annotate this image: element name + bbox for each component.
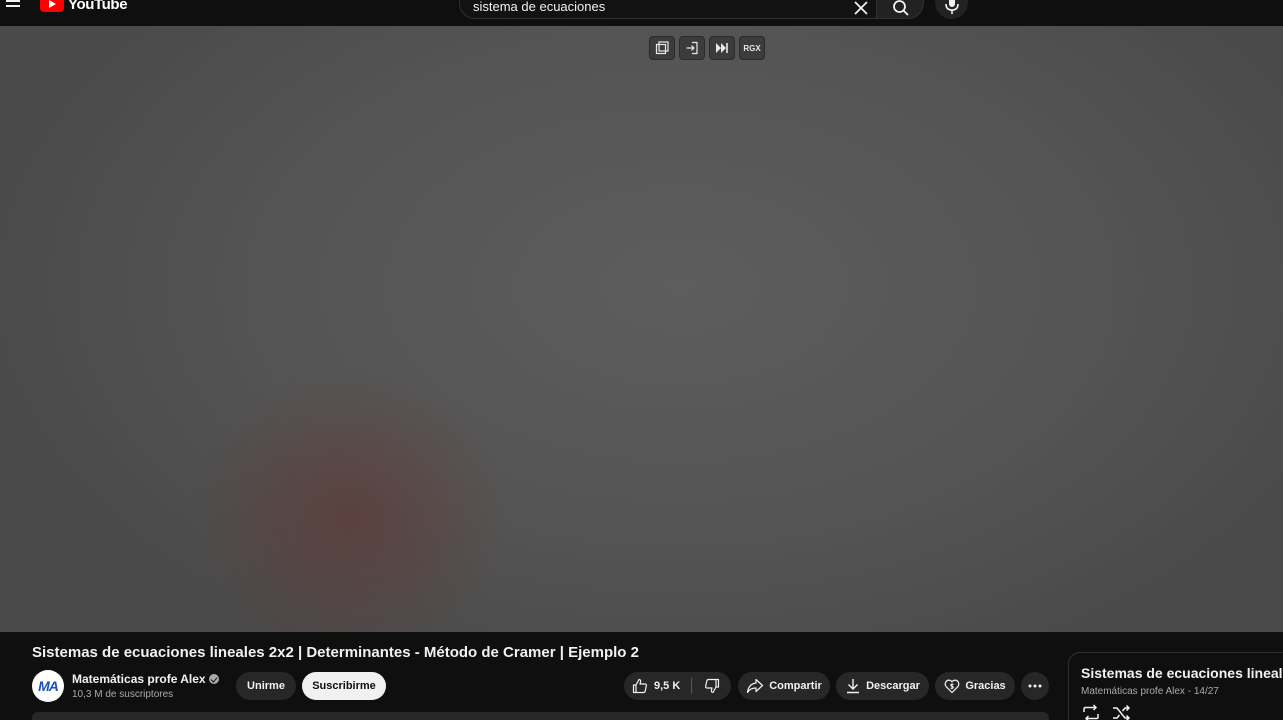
avatar-initials: MA (38, 678, 59, 694)
logo-text: YouTube (68, 0, 128, 13)
rgx-button[interactable]: RGX (739, 36, 765, 60)
skip-next-icon (716, 43, 728, 53)
thumbs-down-icon (705, 678, 720, 694)
download-button[interactable]: Descargar (836, 672, 929, 700)
more-horizontal-icon (1028, 684, 1042, 688)
subscriber-count: 10,3 M de suscriptores (72, 689, 174, 700)
thumbs-up-icon (632, 678, 647, 694)
thanks-label: Gracias (965, 680, 1006, 692)
like-count: 9,5 K (654, 680, 681, 692)
search-input[interactable]: sistema de ecuaciones (459, 0, 876, 19)
verified-icon (208, 674, 219, 684)
like-dislike-group: 9,5 K (624, 672, 731, 700)
playlist-title[interactable]: Sistemas de ecuaciones lineales (1081, 665, 1283, 681)
join-button[interactable]: Unirme (236, 672, 296, 700)
picture-in-picture-icon (655, 41, 669, 55)
playlist-panel: Sistemas de ecuaciones lineales Matemáti… (1068, 652, 1283, 720)
skip-next-button[interactable] (709, 36, 735, 60)
loop-icon (1083, 704, 1099, 720)
search-button[interactable] (876, 0, 924, 19)
enter-button[interactable] (679, 36, 705, 60)
avatar[interactable]: MA (32, 670, 64, 702)
menu-icon[interactable] (6, 0, 22, 12)
video-title: Sistemas de ecuaciones lineales 2x2 | De… (32, 644, 639, 661)
thanks-button[interactable]: Gracias (935, 672, 1015, 700)
video-player[interactable]: RGX (0, 26, 1283, 632)
channel-name[interactable]: Matemáticas profe Alex (72, 672, 219, 686)
shuffle-icon (1113, 704, 1131, 720)
share-icon (747, 678, 764, 694)
dislike-button[interactable] (694, 672, 730, 700)
more-actions-button[interactable] (1021, 672, 1049, 700)
voice-search-button[interactable] (935, 0, 968, 19)
download-icon (847, 679, 860, 694)
like-divider (691, 678, 692, 694)
enter-icon (686, 41, 698, 55)
search-icon (893, 0, 909, 16)
close-icon (854, 1, 868, 15)
clear-search-button[interactable] (850, 0, 872, 19)
share-button[interactable]: Compartir (738, 672, 830, 700)
download-label: Descargar (866, 680, 920, 692)
microphone-icon (945, 0, 959, 14)
playlist-meta: Matemáticas profe Alex - 14/27 (1081, 686, 1219, 697)
share-label: Compartir (769, 680, 822, 692)
search-query[interactable]: sistema de ecuaciones (473, 0, 605, 14)
heart-dollar-icon (944, 679, 960, 694)
shuffle-playlist-button[interactable] (1111, 704, 1131, 720)
play-logo-icon (40, 0, 64, 12)
top-bar: YouTube sistema de ecuaciones (0, 0, 1283, 26)
channel-name-text[interactable]: Matemáticas profe Alex (72, 672, 206, 686)
loop-playlist-button[interactable] (1081, 704, 1101, 720)
player-toolbar: RGX (649, 36, 765, 60)
youtube-logo[interactable]: YouTube (40, 0, 128, 14)
description-box[interactable] (32, 712, 1049, 720)
picture-in-picture-button[interactable] (649, 36, 675, 60)
like-button[interactable]: 9,5 K (624, 672, 690, 700)
subscribe-button[interactable]: Suscribirme (302, 672, 386, 700)
